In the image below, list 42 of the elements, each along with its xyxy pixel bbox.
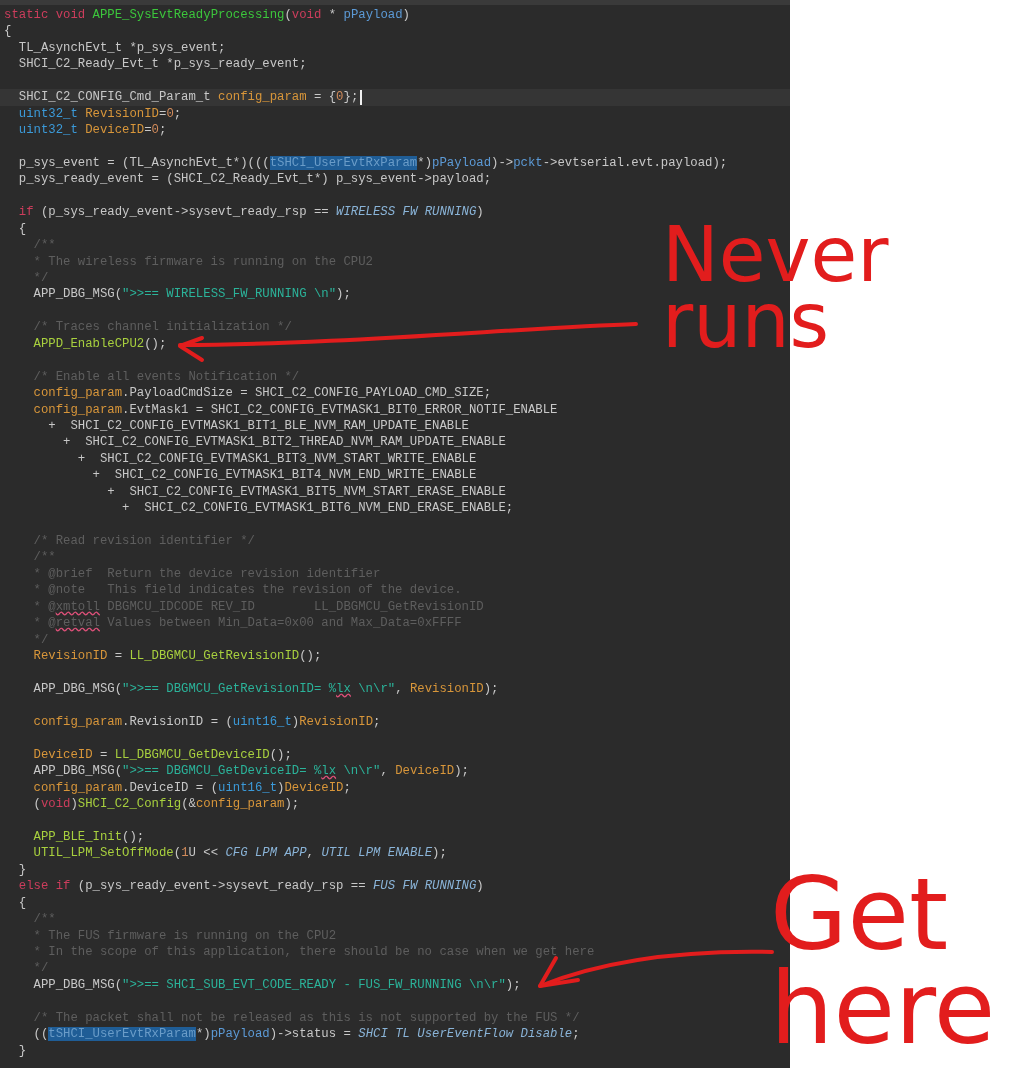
code-line: UTIL_LPM_SetOffMode(1U << CFG LPM APP, UTIL LPM ENABLE); (32, 845, 447, 862)
code-line: config_param.RevisionID = (uint16_t)RevisionID; (32, 713, 381, 731)
code-line: p_sys_event = (TL_AsynchEvt_t*)(((tSHCI_UserEvtRxParam*)pPayload)->pckt->evtserial.evt.payload); (17, 154, 728, 172)
code-line: } (17, 861, 27, 879)
code-line: /** (32, 237, 56, 254)
code-line: + SHCI_C2_CONFIG_EVTMASK1_BIT3_NVM_START_WRITE_ENABLE (76, 450, 477, 468)
code-line: APP_DBG_MSG(">>== WIRELESS_FW_RUNNING \n"); (32, 286, 351, 303)
code-line: RevisionID = LL_DBGMCU_GetRevisionID(); (32, 648, 322, 665)
code-line: { (17, 894, 27, 912)
code-line: { (17, 220, 27, 238)
code-line: uint32_t DeviceID=0; (17, 122, 167, 139)
code-line: config_param.DeviceID = (uint16_t)DeviceID; (32, 779, 351, 796)
code-line: TL_AsynchEvt_t *p_sys_event; (17, 39, 226, 57)
code-line: config_param.EvtMask1 = SHCI_C2_CONFIG_EVTMASK1_BIT0_ERROR_NOTIF_ENABLE (32, 401, 558, 418)
text-cursor (360, 89, 363, 105)
code-line: } (17, 1042, 27, 1059)
code-line: APP_DBG_MSG(">>== DBGMCU_GetRevisionID= %lx \n\r", RevisionID); (32, 680, 499, 698)
code-line: */ (32, 270, 49, 287)
code-line: DeviceID = LL_DBGMCU_GetDeviceID(); (32, 746, 292, 764)
code-line: (void)SHCI_C2_Config(&config_param); (32, 796, 300, 813)
code-line: */ (32, 631, 49, 649)
code-line: APP_DBG_MSG(">>== SHCI_SUB_EVT_CODE_READY - FUS_FW_RUNNING \n\r"); (32, 976, 521, 994)
code-line: + SHCI_C2_CONFIG_EVTMASK1_BIT6_NVM_END_ERASE_ENABLE; (121, 500, 514, 517)
code-line: + SHCI_C2_CONFIG_EVTMASK1_BIT5_NVM_START_ERASE_ENABLE (106, 483, 506, 501)
code-line: APP_DBG_MSG(">>== DBGMCU_GetDeviceID= %lx \n\r", DeviceID); (32, 763, 469, 780)
code-line: APPD_EnableCPU2(); (32, 335, 167, 353)
code-line: + SHCI_C2_CONFIG_EVTMASK1_BIT4_NVM_END_WRITE_ENABLE (91, 467, 477, 484)
code-line: + SHCI_C2_CONFIG_EVTMASK1_BIT2_THREAD_NVM_RAM_UPDATE_ENABLE (62, 434, 506, 451)
code-line: uint32_t RevisionID=0; (17, 105, 182, 123)
code-line: SHCI_C2_Ready_Evt_t *p_sys_ready_event; (17, 56, 307, 73)
code-line: else if (p_sys_ready_event->sysevt_ready_rsp == FUS FW RUNNING) (17, 878, 484, 895)
code-line: static void APPE_SysEvtReadyProcessing(void * pPayload) (3, 7, 410, 24)
code-line: { (3, 23, 12, 40)
code-line: SHCI_C2_CONFIG_Cmd_Param_t config_param = {0}; (17, 89, 359, 106)
code-line: if (p_sys_ready_event->sysevt_ready_rsp == WIRELESS FW RUNNING) (17, 204, 484, 221)
code-line: APP_BLE_Init(); (32, 828, 145, 846)
code-line: config_param.PayloadCmdSize = SHCI_C2_CONFIG_PAYLOAD_CMD_SIZE; (32, 385, 492, 402)
code-line: + SHCI_C2_CONFIG_EVTMASK1_BIT1_BLE_NVM_RAM_UPDATE_ENABLE (47, 417, 469, 435)
code-line: */ (32, 960, 49, 977)
code-line: p_sys_ready_event = (SHCI_C2_Ready_Evt_t*) p_sys_event->payload; (17, 171, 492, 188)
code-line: /** (32, 549, 56, 566)
code-line: /** (32, 911, 56, 928)
